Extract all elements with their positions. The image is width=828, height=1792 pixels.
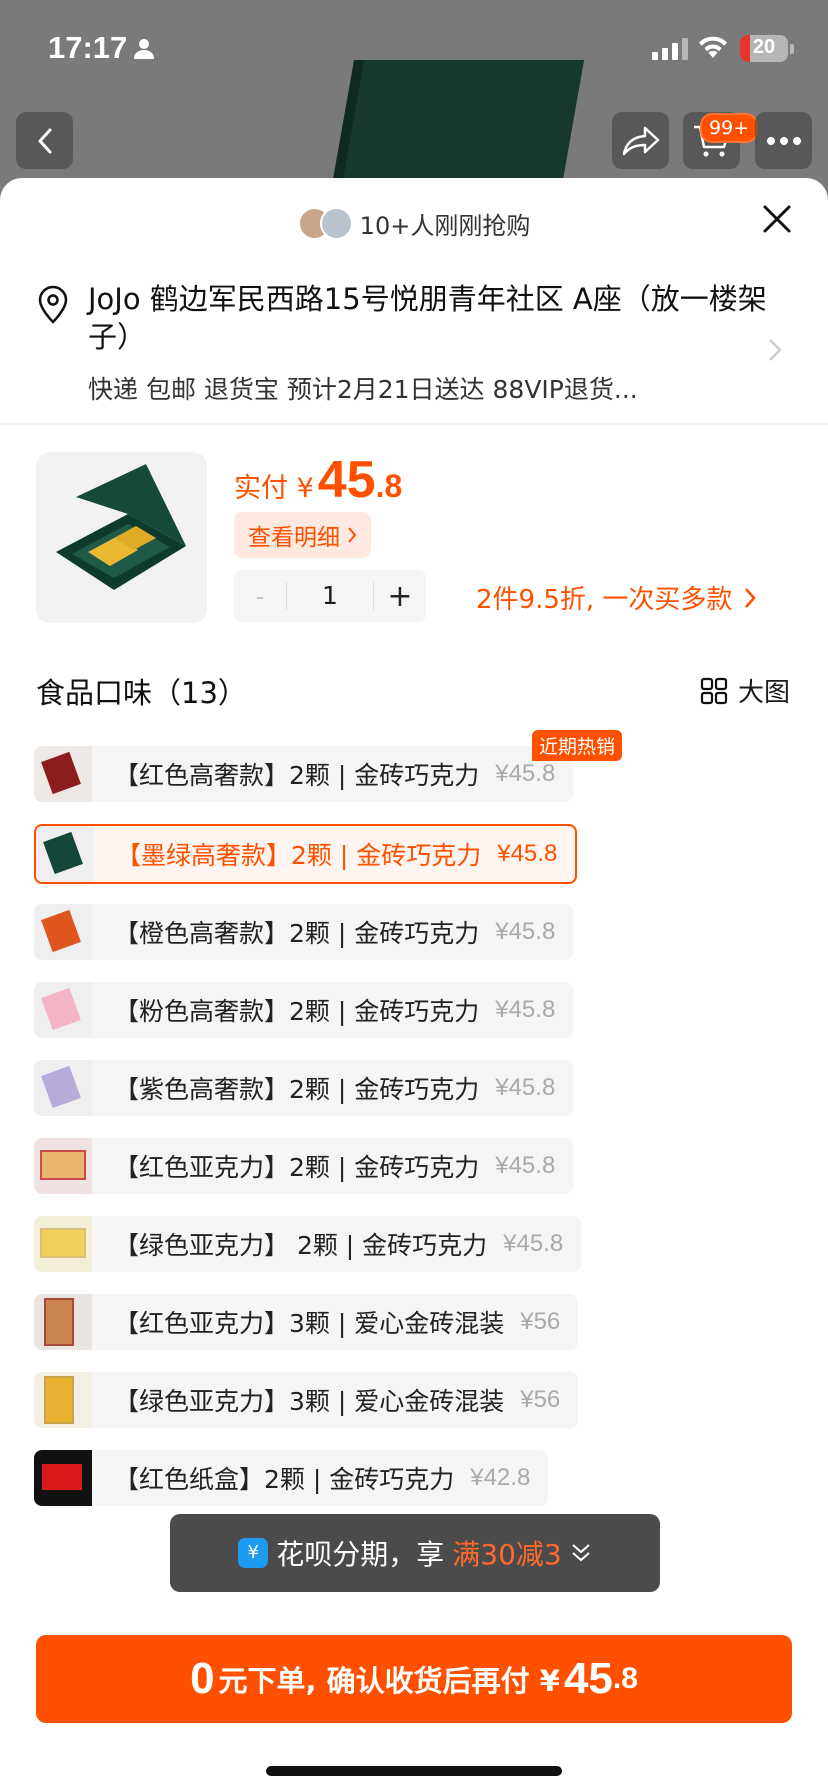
variant-thumbnail <box>34 1294 92 1350</box>
signal-icon <box>652 38 688 60</box>
variant-option[interactable]: 【橙色高奢款】2颗 | 金砖巧克力 ¥45.8 <box>34 904 574 960</box>
cart-badge: 99+ <box>700 113 759 143</box>
back-button[interactable] <box>16 112 73 169</box>
share-icon <box>622 126 659 155</box>
close-icon[interactable] <box>760 202 794 236</box>
hot-sale-tag: 近期热销 <box>532 730 623 761</box>
variant-option[interactable]: 【红色高奢款】2颗 | 金砖巧克力 ¥45.8 近期热销 <box>34 730 623 802</box>
price-detail-button[interactable]: 查看明细 <box>234 512 371 558</box>
purchase-sheet: 10+人刚刚抢购 JoJo 鹤边军民西路15号悦朋青年社区 A座（放一楼架子） … <box>0 178 828 1792</box>
variant-price: ¥45.8 <box>495 760 556 787</box>
buyers-text: 10+人刚刚抢购 <box>359 212 531 240</box>
location-pin-icon <box>38 285 68 324</box>
price-decimal: .8 <box>375 468 403 504</box>
price-integer: 45 <box>317 451 376 509</box>
variant-name: 【绿色亚克力】 2颗 | 金砖巧克力 <box>114 1231 488 1260</box>
variant-option[interactable]: 【红色纸盒】2颗 | 金砖巧克力 ¥42.8 <box>34 1450 549 1506</box>
buyer-avatars <box>297 206 354 241</box>
variant-thumbnail <box>34 904 92 960</box>
variant-option-selected[interactable]: 【墨绿高奢款】2颗 | 金砖巧克力 ¥45.8 <box>34 824 578 884</box>
product-thumbnail[interactable] <box>36 452 207 623</box>
variant-name: 【红色亚克力】2颗 | 金砖巧克力 <box>114 1153 480 1182</box>
big-view-toggle[interactable]: 大图 <box>700 672 790 709</box>
price-label: 实付 ¥ <box>234 473 314 504</box>
variant-thumbnail <box>34 1450 92 1506</box>
huabei-icon: ¥ <box>238 1538 269 1568</box>
variant-name: 【粉色高奢款】2颗 | 金砖巧克力 <box>114 997 480 1026</box>
person-icon <box>134 39 154 59</box>
grid-icon <box>700 677 728 704</box>
decrease-button[interactable]: - <box>234 582 286 611</box>
final-price: 实付 ¥ 45 .8 <box>234 450 402 510</box>
installment-promo-banner[interactable]: ¥ 花呗分期，享 满30减3 <box>170 1514 660 1592</box>
cta-amount-decimal: .8 <box>612 1662 638 1695</box>
battery-tip <box>790 44 794 54</box>
variant-name: 【墨绿高奢款】2颗 | 金砖巧克力 <box>116 841 482 870</box>
big-view-label: 大图 <box>737 678 790 708</box>
variant-option[interactable]: 【红色亚克力】2颗 | 金砖巧克力 ¥45.8 <box>34 1138 574 1194</box>
variant-name: 【红色亚克力】3颗 | 爱心金砖混装 <box>114 1309 505 1338</box>
chevron-right-icon <box>745 587 757 608</box>
variant-price: ¥45.8 <box>497 840 558 867</box>
status-bar: 17:17 20 <box>0 0 828 100</box>
home-indicator <box>266 1766 562 1776</box>
variant-name: 【橙色高奢款】2颗 | 金砖巧克力 <box>114 919 480 948</box>
variant-price: ¥45.8 <box>495 996 556 1023</box>
address-text: JoJo 鹤边军民西路15号悦朋青年社区 A座（放一楼架子） <box>88 282 767 354</box>
promo-text: 2件9.5折, 一次买多款 <box>476 585 733 615</box>
flavor-section-title: 食品口味（13） <box>36 676 247 710</box>
variant-thumbnail <box>34 982 92 1038</box>
variant-thumbnail <box>34 1138 92 1194</box>
variant-price: ¥56 <box>520 1308 561 1335</box>
recent-buyers: 10+人刚刚抢购 <box>0 206 828 241</box>
installment-text: 花呗分期，享 <box>276 1538 445 1571</box>
status-time: 17:17 <box>48 30 128 65</box>
variant-option[interactable]: 【紫色高奢款】2颗 | 金砖巧克力 ¥45.8 <box>34 1060 574 1116</box>
variant-option[interactable]: 【绿色亚克力】3颗 | 爱心金砖混装 ¥56 <box>34 1372 579 1428</box>
variant-name: 【红色纸盒】2颗 | 金砖巧克力 <box>114 1465 455 1494</box>
variant-thumbnail <box>34 746 92 802</box>
product-box-image <box>36 452 207 623</box>
variant-name: 【绿色亚克力】3颗 | 爱心金砖混装 <box>114 1387 505 1416</box>
more-button[interactable] <box>755 112 812 169</box>
chevron-double-down-icon <box>572 1544 590 1562</box>
variant-thumbnail <box>34 1060 92 1116</box>
variant-option[interactable]: 【红色亚克力】3颗 | 爱心金砖混装 ¥56 <box>34 1294 579 1350</box>
place-order-button[interactable]: 0 元下单, 确认收货后再付 ¥ 45 .8 <box>36 1635 792 1723</box>
variant-price: ¥45.8 <box>503 1230 564 1257</box>
battery-icon: 20 <box>740 35 788 62</box>
wifi-icon <box>699 36 727 58</box>
variant-thumbnail <box>34 1216 92 1272</box>
quantity-value[interactable]: 1 <box>286 582 374 610</box>
chevron-right-icon <box>769 339 782 361</box>
variant-option[interactable]: 【粉色高奢款】2颗 | 金砖巧克力 ¥45.8 <box>34 982 574 1038</box>
variant-price: ¥45.8 <box>495 1074 556 1101</box>
avatar <box>319 206 353 240</box>
cta-amount: 45 <box>563 1654 613 1703</box>
cta-zero: 0 <box>190 1654 215 1703</box>
variant-thumbnail <box>34 1372 92 1428</box>
variant-price: ¥45.8 <box>495 918 556 945</box>
divider <box>0 423 828 425</box>
share-button[interactable] <box>612 112 669 169</box>
chevron-left-icon <box>38 128 51 153</box>
increase-button[interactable]: + <box>374 579 426 614</box>
variant-price: ¥45.8 <box>495 1152 556 1179</box>
delivery-info: 快递 包邮 退货宝 预计2月21日送达 88VIP退货... <box>88 375 638 404</box>
price-detail-label: 查看明细 <box>248 525 340 551</box>
variant-name: 【紫色高奢款】2颗 | 金砖巧克力 <box>114 1075 480 1104</box>
multi-buy-promo[interactable]: 2件9.5折, 一次买多款 <box>476 579 757 616</box>
variant-price: ¥42.8 <box>470 1464 531 1491</box>
variant-name: 【红色高奢款】2颗 | 金砖巧克力 <box>114 761 480 790</box>
installment-discount: 满30减3 <box>452 1538 562 1571</box>
battery-level: 20 <box>752 36 776 58</box>
variant-price: ¥56 <box>520 1386 561 1413</box>
shipping-address[interactable]: JoJo 鹤边军民西路15号悦朋青年社区 A座（放一楼架子） 快递 包邮 退货宝… <box>36 280 796 406</box>
quantity-stepper: - 1 + <box>234 570 426 622</box>
cta-text: 元下单, 确认收货后再付 ¥ <box>218 1664 560 1698</box>
more-dots-icon <box>766 136 801 145</box>
variant-thumbnail <box>36 826 94 882</box>
chevron-right-icon <box>348 527 357 543</box>
variant-option[interactable]: 【绿色亚克力】 2颗 | 金砖巧克力 ¥45.8 <box>34 1216 582 1272</box>
